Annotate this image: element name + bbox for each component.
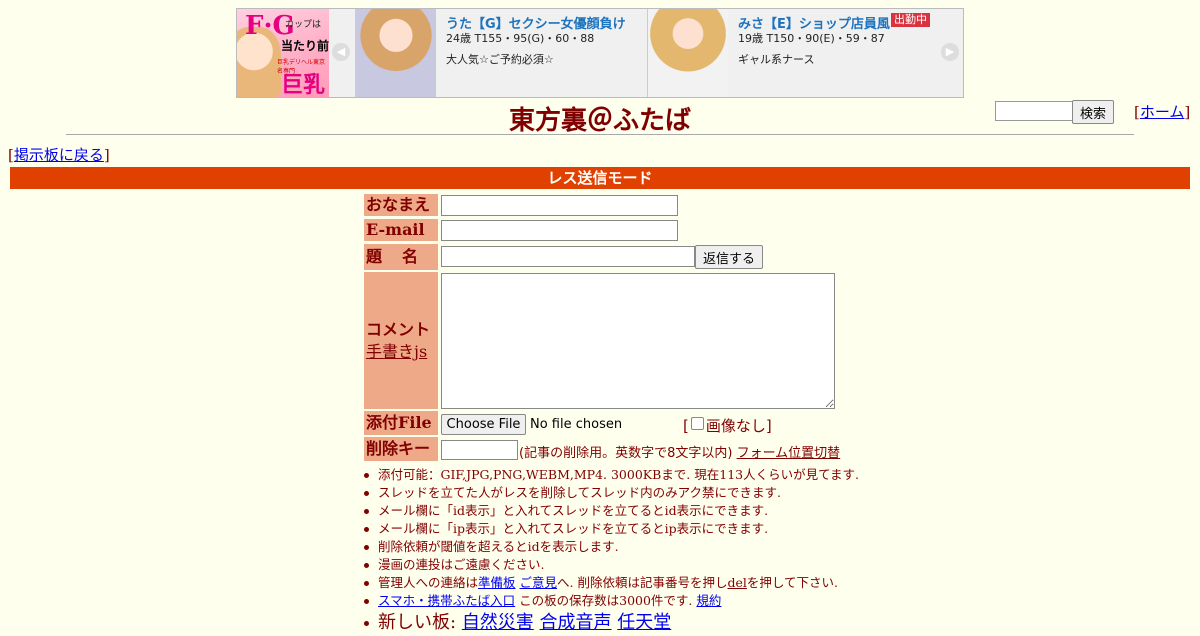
del-link[interactable]: del	[727, 575, 746, 590]
rule-text: この板の保存数は3000件です.	[519, 593, 693, 608]
delete-key-note: (記事の削除用。英数字で8文字以内) フォーム位置切替	[519, 442, 840, 461]
submit-reply-button[interactable]: 返信する	[695, 245, 763, 269]
email-label: E-mail	[364, 219, 438, 241]
home-link[interactable]: ホーム	[1140, 103, 1185, 121]
rule-text: を押して下さい.	[746, 575, 838, 590]
no-image-checkbox[interactable]	[690, 417, 704, 430]
file-label: 添付File	[364, 411, 438, 435]
subject-input[interactable]	[441, 246, 695, 267]
chevron-left-icon[interactable]: ◀	[332, 43, 350, 61]
ad-logo-thumbnail[interactable]: F·G カップは 当たり前 巨乳デリヘル東京名専門 巨乳	[237, 9, 329, 97]
mobile-entrance-link[interactable]: スマホ・携帯ふたば入口	[378, 593, 515, 608]
back-link-wrapper: [掲示板に戻る]	[8, 146, 110, 164]
ad-card[interactable]: うた【G】セクシー女優顔負け 24歳 T155・95(G)・60・88 大人気☆…	[355, 9, 646, 97]
name-label: おなまえ	[364, 194, 438, 216]
home-link-wrapper: [ホーム]	[1134, 103, 1191, 121]
list-item: メール欄に「ip表示」と入れてスレッドを立てるとip表示にできます.	[364, 520, 924, 538]
no-image-label: 画像なし	[705, 417, 766, 435]
status-badge: 出勤中	[891, 13, 930, 27]
tegaki-link[interactable]: 手書きjs	[366, 342, 427, 361]
ad-banner[interactable]: F·G カップは 当たり前 巨乳デリヘル東京名専門 巨乳 ◀ うた【G】セクシー…	[236, 8, 964, 98]
comment-textarea[interactable]	[441, 273, 835, 409]
subject-label: 題 名	[364, 244, 438, 270]
comment-label-cell: コメント 手書きjs	[364, 272, 438, 409]
list-item: 漫画の連投はご遠慮ください.	[364, 556, 924, 574]
list-item: 削除依頼が閾値を超えるとidを表示します.	[364, 538, 924, 556]
search-input[interactable]	[995, 101, 1073, 121]
ad-logo-cap: 巨乳	[281, 72, 326, 97]
search-button[interactable]: 検索	[1072, 100, 1114, 124]
email-input[interactable]	[441, 220, 678, 241]
board-rules: 添付可能：GIF,JPG,PNG,WEBM,MP4. 3000KBまで. 現在1…	[364, 466, 924, 636]
feedback-link[interactable]: ご意見	[520, 575, 558, 590]
rule-text: へ. 削除依頼は記事番号を押し	[557, 575, 728, 590]
ad-card-spec: 24歳 T155・95(G)・60・88	[446, 32, 595, 45]
delete-key-label: 削除キー	[364, 437, 438, 461]
file-status: No file chosen	[530, 417, 623, 432]
back-to-board-link[interactable]: 掲示板に戻る	[14, 146, 104, 164]
form-position-toggle-link[interactable]: フォーム位置切替	[737, 446, 841, 461]
ad-card-catch: 大人気☆ご予約必須☆	[446, 53, 554, 66]
junbi-board-link[interactable]: 準備板	[478, 575, 516, 590]
ad-card-catch: ギャル系ナース	[738, 53, 815, 66]
divider	[66, 134, 1134, 135]
name-input[interactable]	[441, 195, 678, 216]
delete-key-input[interactable]	[441, 440, 518, 460]
list-item: スマホ・携帯ふたば入口 この板の保存数は3000件です. 規約	[364, 592, 924, 610]
chevron-right-icon[interactable]: ▶	[941, 43, 959, 61]
no-image-option[interactable]: [画像なし]	[683, 415, 772, 436]
ad-card-spec: 19歳 T150・90(E)・59・87	[738, 32, 885, 45]
ad-logo-mid: 当たり前	[281, 39, 329, 53]
choose-file-button[interactable]: Choose File	[441, 414, 526, 435]
list-item: 添付可能：GIF,JPG,PNG,WEBM,MP4. 3000KBまで. 現在1…	[364, 466, 924, 484]
ad-card-photo	[356, 9, 436, 97]
terms-link[interactable]: 規約	[696, 593, 721, 608]
list-item: 管理人への連絡は準備板 ご意見へ. 削除依頼は記事番号を押しdelを押して下さい…	[364, 574, 924, 592]
list-item: メール欄に「id表示」と入れてスレッドを立てるとid表示にできます.	[364, 502, 924, 520]
comment-label: コメント	[366, 320, 431, 339]
ad-card-photo	[648, 9, 728, 97]
list-item: スレッドを立てた人がレスを削除してスレッド内のみアク禁にできます.	[364, 484, 924, 502]
ad-card[interactable]: みさ【E】ショップ店員風 出勤中 19歳 T150・90(E)・59・87 ギャ…	[647, 9, 938, 97]
reply-mode-bar: レス送信モード	[10, 167, 1190, 189]
ad-logo-sub: カップは	[285, 20, 322, 30]
rule-text: 管理人への連絡は	[378, 575, 479, 590]
delete-key-hint: (記事の削除用。英数字で8文字以内)	[519, 446, 733, 461]
list-item: 新しい板: 自然災害 合成音声 任天堂	[364, 610, 924, 636]
